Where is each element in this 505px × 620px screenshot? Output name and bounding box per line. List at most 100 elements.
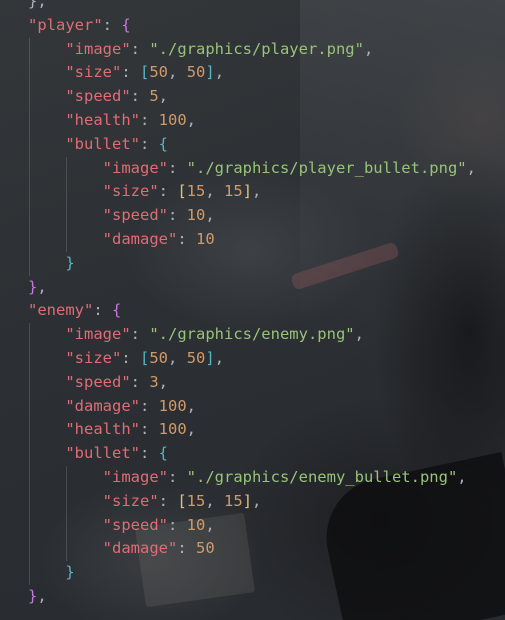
json-bracket: ] — [205, 348, 215, 367]
json-punctuation: : — [167, 515, 187, 534]
indent-guide — [29, 513, 30, 538]
json-punctuation: , — [186, 420, 196, 439]
json-number: 10 — [186, 515, 206, 534]
json-punctuation: : — [121, 348, 140, 367]
code-line[interactable]: "damage": 10 — [28, 227, 476, 252]
json-bracket: ] — [242, 182, 253, 201]
json-punctuation: , — [214, 63, 225, 82]
indent-guide — [29, 251, 30, 276]
code-line[interactable]: } — [28, 251, 476, 276]
indent-guide — [29, 85, 30, 109]
json-number: 50 — [186, 63, 206, 82]
code-line[interactable]: "health": 100, — [28, 108, 476, 133]
indent-guide — [66, 513, 68, 538]
json-string: "./graphics/player.png" — [149, 39, 364, 58]
json-number: 15 — [186, 491, 206, 510]
json-bracket: } — [65, 253, 75, 272]
code-line[interactable]: "player": { — [28, 14, 476, 38]
json-number: 15 — [224, 491, 243, 510]
json-key: "speed" — [102, 206, 168, 225]
indent-guide — [29, 489, 30, 514]
json-punctuation: , — [363, 39, 374, 58]
code-editor[interactable]: }, "player": { "image": "./graphics/playe… — [0, 0, 505, 620]
json-punctuation: : — [139, 444, 159, 463]
json-bracket: } — [65, 563, 75, 582]
json-punctuation: , — [158, 87, 169, 106]
indent-guide — [66, 156, 68, 181]
code-line[interactable]: "size": [50, 50], — [28, 61, 476, 86]
json-string: "./graphics/enemy_bullet.png" — [186, 467, 458, 486]
json-bracket: { — [121, 15, 131, 34]
indent-guide — [29, 346, 30, 371]
code-line[interactable]: "speed": 10, — [28, 513, 476, 538]
json-number: 3 — [149, 372, 159, 391]
code-line[interactable]: "bullet": { — [28, 132, 476, 157]
json-key: "image" — [65, 325, 131, 344]
json-bracket: [ — [177, 491, 187, 510]
json-punctuation: , — [214, 348, 225, 367]
json-punctuation: : — [139, 134, 159, 153]
json-punctuation: : — [158, 491, 178, 510]
indent-guide — [29, 204, 30, 228]
json-bracket: { — [158, 134, 168, 153]
code-line[interactable]: }, — [28, 0, 476, 14]
indent-guide — [66, 180, 68, 205]
json-punctuation: : — [130, 325, 150, 344]
json-number: 100 — [158, 110, 187, 129]
json-punctuation: , — [37, 277, 47, 296]
json-punctuation: , — [205, 206, 215, 225]
code-line[interactable]: "size": [15, 15], — [28, 489, 476, 514]
json-punctuation: , — [466, 158, 476, 177]
json-key: "speed" — [102, 515, 168, 534]
json-punctuation: , — [252, 491, 262, 510]
code-line[interactable]: "damage": 50 — [28, 537, 476, 562]
indent-guide — [29, 156, 30, 181]
code-line[interactable]: }, — [28, 276, 476, 300]
json-punctuation: : — [139, 420, 159, 439]
json-punctuation: : — [130, 372, 150, 391]
code-line[interactable]: "speed": 10, — [28, 204, 476, 228]
code-line[interactable]: "image": "./graphics/enemy.png", — [28, 323, 476, 347]
json-key: "health" — [65, 110, 140, 129]
indent-guide — [29, 537, 30, 562]
code-line[interactable]: "size": [15, 15], — [28, 180, 476, 205]
indent-guide — [66, 489, 68, 514]
json-punctuation: , — [158, 372, 169, 391]
indent-guide — [29, 180, 30, 205]
indent-guide — [29, 37, 30, 62]
json-key: "damage" — [102, 229, 178, 248]
json-number: 50 — [186, 348, 206, 367]
json-bracket: ] — [205, 63, 215, 82]
code-line[interactable]: "size": [50, 50], — [28, 346, 476, 371]
code-line[interactable]: "image": "./graphics/player.png", — [28, 37, 476, 62]
code-line[interactable]: }, — [28, 585, 476, 609]
code-line[interactable]: "enemy": { — [28, 299, 476, 323]
json-punctuation: : — [167, 158, 187, 177]
code-line[interactable]: "speed": 3, — [28, 370, 476, 395]
code-line[interactable]: "image": "./graphics/enemy_bullet.png", — [28, 465, 476, 490]
json-key: "size" — [102, 491, 159, 510]
code-line[interactable]: "bullet": { — [28, 442, 476, 466]
code-line[interactable]: "speed": 5, — [28, 85, 476, 109]
json-punctuation: : — [158, 182, 178, 201]
json-number: 50 — [149, 63, 169, 82]
json-punctuation: : — [130, 39, 150, 58]
code-content[interactable]: }, "player": { "image": "./graphics/playe… — [28, 0, 476, 609]
code-line[interactable]: "health": 100, — [28, 418, 476, 443]
json-key: "image" — [102, 467, 168, 486]
code-line[interactable]: "image": "./graphics/player_bullet.png", — [28, 156, 476, 181]
code-line[interactable]: "damage": 100, — [28, 394, 476, 419]
indent-guide — [66, 537, 68, 562]
code-line[interactable]: } — [28, 561, 476, 585]
indent-guide — [29, 227, 30, 252]
json-punctuation: : — [177, 539, 196, 558]
